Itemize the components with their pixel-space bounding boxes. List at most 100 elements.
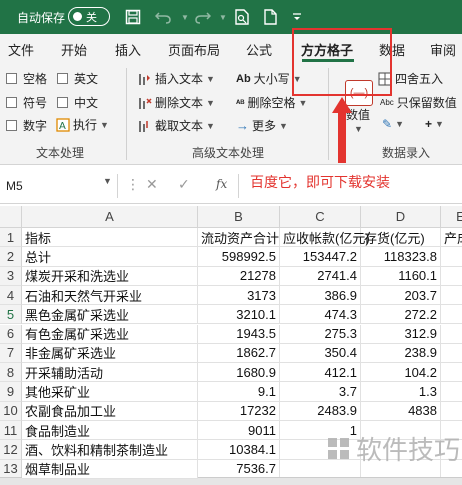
table-cell[interactable]: 1943.5 [198,324,280,344]
table-cell[interactable]: 1.3 [361,382,441,402]
checkbox-chinese[interactable]: 中文 [57,94,98,111]
row-header[interactable]: 13 [0,459,22,479]
table-cell[interactable]: 指标 [22,228,198,248]
table-cell[interactable]: 10384.1 [198,440,280,460]
cancel-icon[interactable]: ✕ [146,176,158,193]
table-cell[interactable]: 1680.9 [198,363,280,383]
row-header[interactable]: 2 [0,247,22,267]
table-cell[interactable] [441,247,462,267]
table-cell[interactable] [441,402,462,421]
table-cell[interactable]: 118323.8 [361,247,441,267]
table-cell[interactable]: 3173 [198,285,280,306]
remove-spaces-button[interactable]: ᴬᴮ 删除空格 ▼ [236,94,307,111]
row-header[interactable]: 11 [0,421,22,441]
customize-toolbar-icon[interactable] [286,7,308,27]
table-cell[interactable]: 3210.1 [198,305,280,325]
table-cell[interactable]: 17232 [198,401,280,421]
column-header[interactable]: D [361,206,441,228]
checkbox-space[interactable]: 空格 [6,70,47,87]
row-header[interactable]: 4 [0,285,22,306]
table-cell[interactable]: 黑色金属矿采选业 [22,305,198,325]
new-file-icon[interactable] [259,7,281,27]
table-cell[interactable] [441,325,462,344]
table-cell[interactable] [441,286,462,306]
row-header[interactable]: 8 [0,363,22,383]
table-cell[interactable]: 煤炭开采和洗选业 [22,266,198,286]
confirm-icon[interactable]: ✓ [178,176,190,193]
undo-icon[interactable] [152,7,174,27]
table-cell[interactable] [441,305,462,325]
checkbox-english[interactable]: 英文 [57,70,98,87]
table-cell[interactable]: 153447.2 [280,247,361,267]
column-header[interactable]: C [280,206,361,228]
table-cell[interactable]: 9011 [198,421,280,441]
checkbox-number[interactable]: 数字 [6,117,47,134]
tab-insert[interactable]: 插入 [115,40,141,59]
save-icon[interactable] [122,7,144,27]
table-cell[interactable]: 203.7 [361,285,441,306]
column-header[interactable]: E [441,206,462,228]
checkbox-box[interactable] [57,97,68,108]
table-cell[interactable]: 有色金属矿采选业 [22,324,198,344]
row-header[interactable]: 6 [0,324,22,344]
row-header[interactable]: 7 [0,343,22,364]
table-cell[interactable]: 2741.4 [280,266,361,286]
select-all-corner[interactable] [0,206,22,228]
table-cell[interactable]: 其他采矿业 [22,382,198,402]
checkbox-box[interactable] [6,73,17,84]
table-cell[interactable]: 474.3 [280,305,361,325]
row-header[interactable]: 3 [0,266,22,286]
row-header[interactable]: 5 [0,305,22,325]
checkbox-box[interactable] [6,120,17,131]
name-box[interactable]: M5 [0,174,118,198]
table-cell[interactable]: 598992.5 [198,247,280,267]
table-cell[interactable]: 9.1 [198,382,280,402]
name-box-chevron-icon[interactable]: ▼ [103,176,112,186]
table-cell[interactable]: 21278 [198,266,280,286]
table-cell[interactable]: 总计 [22,247,198,267]
table-cell[interactable]: 产成 [441,228,462,248]
table-cell[interactable]: 238.9 [361,343,441,364]
table-cell[interactable]: 开采辅助活动 [22,363,198,383]
checkbox-symbol[interactable]: 符号 [6,94,47,111]
table-cell[interactable]: 350.4 [280,343,361,364]
table-cell[interactable]: 食品制造业 [22,421,198,441]
redo-icon[interactable] [192,7,214,27]
table-cell[interactable]: 酒、饮料和精制茶制造业 [22,440,198,460]
table-cell[interactable]: 3.7 [280,382,361,402]
table-cell[interactable]: 4838 [361,401,441,421]
execute-button[interactable]: A 执行 ▼ [56,116,109,133]
row-header[interactable]: 12 [0,440,22,460]
table-cell[interactable]: 应收帐款(亿元) [280,228,370,248]
row-header[interactable]: 10 [0,401,22,421]
table-cell[interactable]: 412.1 [280,363,361,383]
table-cell[interactable]: 2483.9 [280,401,361,421]
extract-text-button[interactable]: 截取文本 ▼ [138,117,215,134]
add-button[interactable]: + ▼ [425,117,444,131]
table-cell[interactable]: 非金属矿采选业 [22,343,198,364]
table-cell[interactable]: 农副食品加工业 [22,401,198,421]
print-preview-icon[interactable] [231,7,253,27]
table-cell[interactable]: 272.2 [361,305,441,325]
checkbox-box[interactable] [57,73,68,84]
table-cell[interactable]: 275.3 [280,324,361,344]
table-cell[interactable]: 1862.7 [198,343,280,364]
table-cell[interactable]: 312.9 [361,324,441,344]
row-header[interactable]: 9 [0,382,22,402]
table-cell[interactable]: 104.2 [361,363,441,383]
table-cell[interactable]: 石油和天然气开采业 [22,285,198,306]
tab-file[interactable]: 文件 [8,40,34,59]
tab-review[interactable]: 审阅 [430,40,456,59]
tab-page-layout[interactable]: 页面布局 [168,40,220,59]
table-cell[interactable]: 7536.7 [198,459,280,479]
row-header[interactable]: 1 [0,228,22,248]
insert-function-icon[interactable]: fx [216,177,227,191]
tab-formulas[interactable]: 公式 [246,40,272,59]
table-cell[interactable]: 存货(亿元) [361,228,441,248]
table-cell[interactable] [441,344,462,364]
table-cell[interactable]: 烟草制品业 [22,459,198,479]
edit-values-button[interactable]: ✎ ▼ [382,117,404,131]
column-header[interactable]: B [198,206,280,228]
table-cell[interactable]: 流动资产合计 [198,228,280,248]
keep-values-button[interactable]: Abc 只保留数值 [380,94,457,111]
